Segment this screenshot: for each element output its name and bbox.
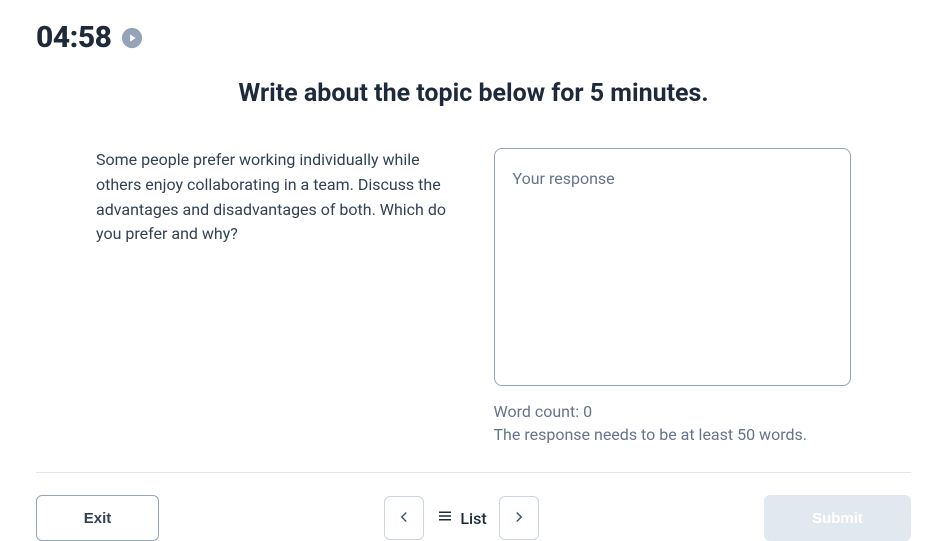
play-icon[interactable]	[121, 27, 143, 49]
prompt-text: Some people prefer working individually …	[96, 148, 454, 247]
chevron-left-icon	[395, 508, 413, 529]
list-icon	[436, 507, 454, 529]
prev-button[interactable]	[384, 496, 424, 540]
exit-button[interactable]: Exit	[36, 495, 159, 541]
list-button[interactable]: List	[436, 507, 486, 529]
timer-display: 04:58	[36, 20, 111, 55]
page-heading: Write about the topic below for 5 minute…	[0, 79, 947, 108]
response-textarea[interactable]	[494, 148, 852, 386]
submit-button[interactable]: Submit	[764, 495, 911, 541]
list-label: List	[460, 509, 486, 528]
chevron-right-icon	[510, 508, 528, 529]
validation-message: The response needs to be at least 50 wor…	[494, 425, 852, 444]
word-count-label: Word count: 0	[494, 402, 852, 421]
next-button[interactable]	[499, 496, 539, 540]
